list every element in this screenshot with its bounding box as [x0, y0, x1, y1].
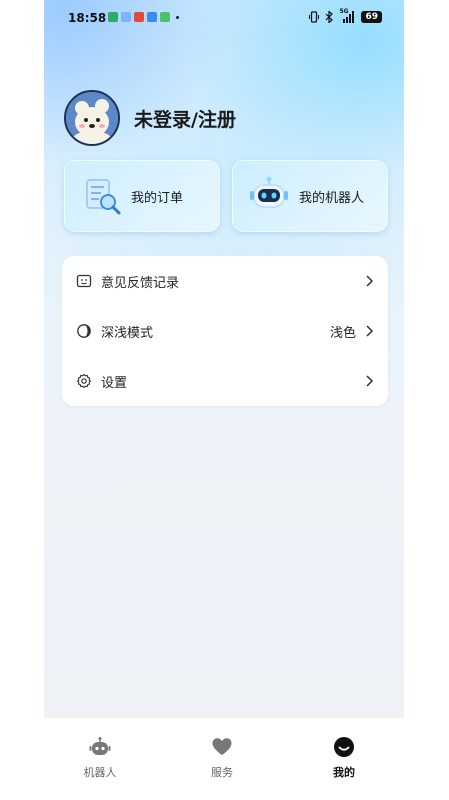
menu-item-theme-mode[interactable]: 深浅模式 浅色	[62, 306, 388, 356]
my-robots-label: 我的机器人	[299, 190, 365, 206]
status-time: 18:58	[68, 11, 107, 25]
order-document-icon	[79, 174, 123, 218]
vibrate-icon	[309, 11, 320, 23]
menu-item-feedback[interactable]: 意见反馈记录	[62, 256, 388, 306]
chevron-right-icon	[366, 275, 374, 287]
profile-header[interactable]: 未登录/注册	[64, 90, 236, 146]
avatar[interactable]	[64, 90, 120, 146]
bluetooth-icon	[326, 11, 334, 23]
smile-icon	[334, 737, 354, 757]
more-notifications-icon	[176, 15, 179, 19]
signal-icon: 5G	[339, 8, 355, 23]
feedback-icon	[76, 274, 92, 288]
notification-icons	[108, 12, 179, 22]
my-robots-card[interactable]: 我的机器人	[232, 160, 388, 232]
login-register-link[interactable]: 未登录/注册	[134, 105, 236, 132]
mail-icon	[134, 12, 144, 22]
tab-robots-label: 机器人	[83, 766, 117, 779]
chevron-right-icon	[366, 325, 374, 337]
bear-avatar-icon	[66, 92, 118, 144]
robot-icon	[247, 174, 291, 218]
my-orders-label: 我的订单	[131, 190, 184, 206]
tab-mine[interactable]: 我的	[304, 736, 384, 780]
theme-mode-value: 浅色	[329, 325, 356, 341]
browser-icon	[147, 12, 157, 22]
tab-services[interactable]: 服务	[182, 736, 262, 780]
chevron-right-icon	[366, 375, 374, 387]
tab-mine-label: 我的	[333, 766, 355, 779]
robot-tab-icon	[89, 737, 111, 755]
my-orders-card[interactable]: 我的订单	[64, 160, 220, 232]
battery-indicator: 69	[361, 11, 382, 23]
settings-gear-icon	[76, 373, 92, 389]
tab-services-label: 服务	[211, 766, 233, 779]
wechat-icon	[108, 12, 118, 22]
bottom-tab-bar: 机器人 服务 我的	[44, 718, 404, 800]
app-notification-icon	[121, 12, 131, 22]
settings-label: 设置	[101, 375, 128, 391]
status-bar: 18:58 5G 69	[44, 0, 404, 34]
theme-mode-label: 深浅模式	[101, 325, 154, 341]
menu-item-settings[interactable]: 设置	[62, 356, 388, 406]
theme-mode-icon	[77, 324, 91, 338]
message-icon	[160, 12, 170, 22]
app-screen: 18:58 5G 69 未登录/注册 我的订单 我的机器人 意见反馈记录 深浅模…	[44, 0, 404, 718]
status-right: 5G 69	[309, 8, 382, 23]
heart-icon	[212, 738, 232, 755]
settings-menu: 意见反馈记录 深浅模式 浅色 设置	[62, 256, 388, 406]
feedback-label: 意见反馈记录	[101, 275, 180, 291]
tab-robots[interactable]: 机器人	[60, 736, 140, 780]
